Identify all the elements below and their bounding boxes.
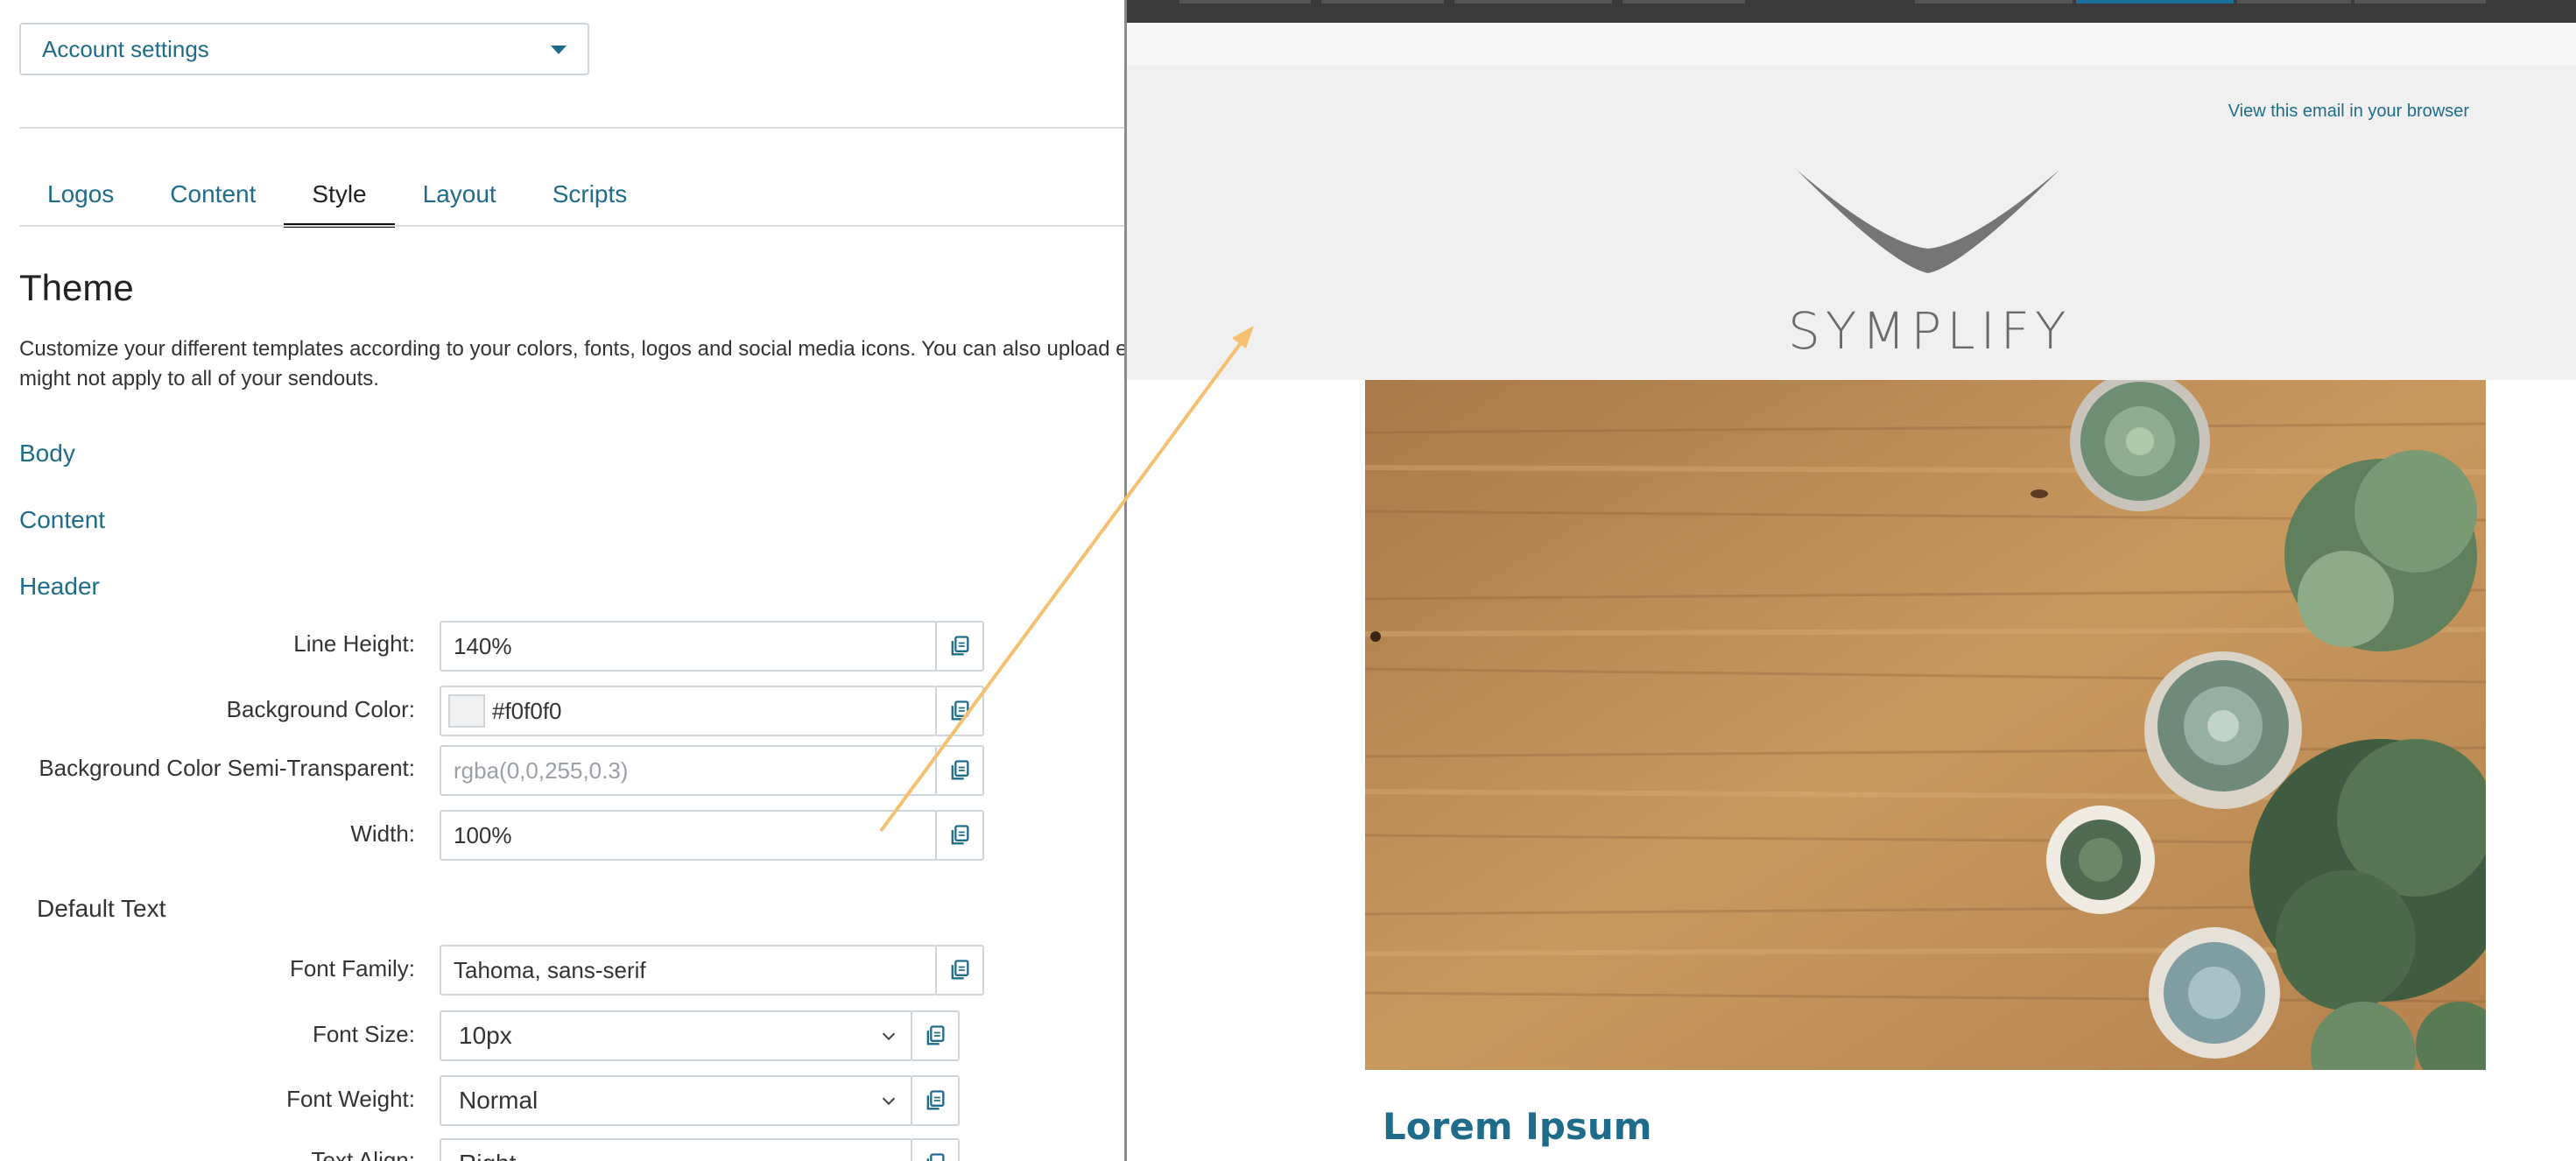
- background-semi-input[interactable]: rgba(0,0,255,0.3): [440, 745, 937, 796]
- tab-style[interactable]: Style: [284, 166, 395, 228]
- chevron-down-icon: [882, 1032, 896, 1041]
- section-header-link[interactable]: Header: [19, 573, 100, 601]
- copy-background-semi-button[interactable]: [935, 745, 984, 796]
- symplify-logo: SYMPLIFY: [1788, 161, 2068, 371]
- settings-panel: Account settings Logos Content Style Lay…: [0, 0, 1126, 1161]
- tab-logos[interactable]: Logos: [19, 166, 142, 228]
- background-color-value: #f0f0f0: [492, 697, 562, 724]
- width-input[interactable]: 100%: [440, 810, 937, 861]
- caret-down-icon: [551, 46, 567, 54]
- text-align-value: Right: [459, 1150, 516, 1161]
- settings-tabs: Logos Content Style Layout Scripts: [19, 166, 655, 228]
- preview-toolbar-tab[interactable]: [1179, 0, 1311, 4]
- font-size-label: Font Size:: [312, 1021, 415, 1047]
- copy-icon: [926, 1090, 945, 1110]
- copy-icon: [951, 760, 969, 780]
- copy-font-family-button[interactable]: [935, 945, 984, 996]
- background-color-input[interactable]: #f0f0f0: [440, 686, 937, 736]
- copy-background-color-button[interactable]: [935, 686, 984, 736]
- preview-strip: [1127, 23, 2576, 65]
- preview-toolbar-tab[interactable]: [2354, 0, 2486, 4]
- copy-font-weight-button[interactable]: [911, 1075, 960, 1126]
- line-height-value: 140%: [454, 632, 512, 659]
- email-header: View this email in your browser SYMPLIFY: [1127, 65, 2576, 380]
- copy-font-size-button[interactable]: [911, 1010, 960, 1061]
- background-semi-placeholder: rgba(0,0,255,0.3): [454, 756, 629, 784]
- width-value: 100%: [454, 821, 512, 848]
- font-family-value: Tahoma, sans-serif: [454, 956, 646, 983]
- copy-icon: [951, 700, 969, 721]
- preview-toolbar-tab[interactable]: [1454, 0, 1612, 4]
- copy-width-button[interactable]: [935, 810, 984, 861]
- copy-text-align-button[interactable]: [911, 1138, 960, 1161]
- account-settings-dropdown[interactable]: Account settings: [19, 23, 589, 75]
- color-swatch[interactable]: [448, 694, 485, 728]
- preview-toolbar-tab[interactable]: [1622, 0, 1745, 4]
- section-content-link[interactable]: Content: [19, 506, 105, 534]
- chevron-down-icon: [882, 1097, 896, 1106]
- width-label: Width:: [350, 820, 415, 847]
- default-text-heading: Default Text: [37, 895, 166, 922]
- email-preview-panel: View this email in your browser SYMPLIFY: [1124, 0, 2576, 1161]
- copy-icon: [951, 960, 969, 980]
- hero-image: [1365, 380, 2486, 1070]
- font-family-input[interactable]: Tahoma, sans-serif: [440, 945, 937, 996]
- font-family-label: Font Family:: [289, 955, 415, 982]
- line-height-label: Line Height:: [293, 630, 415, 657]
- preview-toolbar-tab[interactable]: [1321, 0, 1444, 4]
- page-title: Theme: [19, 267, 134, 308]
- font-size-value: 10px: [459, 1022, 512, 1049]
- background-semi-label: Background Color Semi-Transparent:: [39, 755, 415, 781]
- copy-icon: [926, 1025, 945, 1045]
- copy-line-height-button[interactable]: [935, 621, 984, 672]
- tab-content[interactable]: Content: [142, 166, 284, 228]
- wood-table-succulents-image: [1365, 380, 2486, 1070]
- logo-text: SYMPLIFY: [1788, 301, 2072, 361]
- copy-icon: [951, 825, 969, 845]
- font-size-select[interactable]: 10px: [440, 1010, 912, 1061]
- font-weight-label: Font Weight:: [286, 1086, 415, 1112]
- email-title: Lorem Ipsum: [1383, 1105, 1652, 1148]
- preview-toolbar-tab[interactable]: [2237, 0, 2351, 4]
- background-color-label: Background Color:: [226, 696, 415, 722]
- preview-toolbar-tab[interactable]: [1915, 0, 2073, 4]
- text-align-select[interactable]: Right: [440, 1138, 912, 1161]
- font-weight-select[interactable]: Normal: [440, 1075, 912, 1126]
- theme-description: Customize your different templates accor…: [19, 337, 1126, 391]
- line-height-input[interactable]: 140%: [440, 621, 937, 672]
- preview-toolbar-tab-active[interactable]: [2076, 0, 2234, 4]
- tab-scripts[interactable]: Scripts: [524, 166, 656, 228]
- text-align-label: Text Align:: [311, 1147, 415, 1161]
- font-weight-value: Normal: [459, 1087, 538, 1114]
- divider: [19, 127, 1126, 129]
- logo-mark-icon: [1797, 170, 2059, 273]
- view-in-browser-link[interactable]: View this email in your browser: [2228, 102, 2469, 122]
- copy-icon: [926, 1153, 945, 1161]
- preview-toolbar: [1127, 0, 2576, 23]
- account-settings-value: Account settings: [42, 35, 209, 62]
- section-body-link[interactable]: Body: [19, 440, 75, 468]
- copy-icon: [951, 636, 969, 656]
- tab-layout[interactable]: Layout: [395, 166, 524, 228]
- tabs-divider: [19, 225, 1126, 227]
